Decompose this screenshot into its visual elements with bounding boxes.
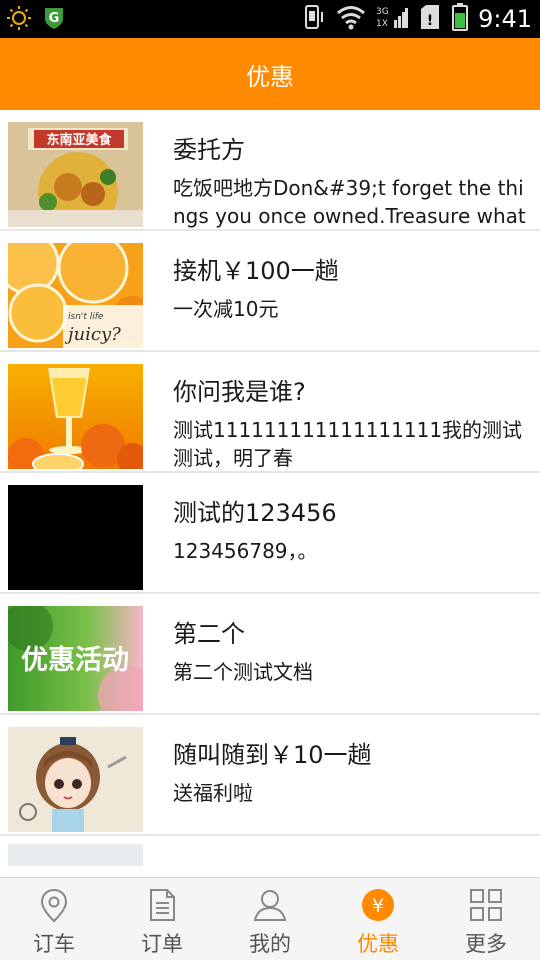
nav-more[interactable]: 更多 <box>432 878 540 960</box>
orange-glass-thumbnail <box>8 364 143 469</box>
svg-text:¥: ¥ <box>372 895 384 917</box>
location-pin-icon <box>36 887 72 923</box>
nav-label: 我的 <box>249 932 291 956</box>
grid-icon <box>468 887 504 923</box>
black-thumbnail <box>8 485 143 590</box>
page-title: 优惠 <box>246 62 294 91</box>
item-description: 吃饭吧地方Don&#39;t forget the things you onc… <box>173 176 526 228</box>
item-title: 测试的123456 <box>173 499 337 527</box>
item-description: 123456789，。 <box>173 539 318 563</box>
list-item-partial[interactable] <box>0 836 540 866</box>
nav-discounts[interactable]: ¥ 优惠 <box>324 878 432 960</box>
status-clock: 9:41 <box>478 5 532 33</box>
nav-book-car[interactable]: 订车 <box>0 878 108 960</box>
nav-label: 订单 <box>141 932 183 956</box>
brightness-icon <box>6 5 32 35</box>
item-title: 第二个 <box>173 620 245 648</box>
promotion-list[interactable]: 东南亚美食 委托方 吃饭吧地方Don&#39;t forget the thin… <box>0 110 540 877</box>
svg-text:东南亚美食: 东南亚美食 <box>46 132 112 148</box>
status-bar: G 3G 1X ! 9:41 <box>0 0 540 38</box>
svg-text:!: ! <box>427 13 433 29</box>
document-icon <box>144 887 180 923</box>
item-title: 随叫随到￥10一趟 <box>173 741 372 769</box>
svg-text:3G: 3G <box>376 7 389 17</box>
item-description: 测试111111111111111111我的测试测试，明了春 <box>173 418 523 470</box>
item-description: 第二个测试文档 <box>173 660 313 684</box>
orange-juice-thumbnail: isn't life juicy? <box>8 243 143 348</box>
girl-illustration-thumbnail <box>8 727 143 832</box>
list-item[interactable]: isn't life juicy? 接机￥100一趟 一次减10元 <box>0 231 540 352</box>
svg-text:juicy?: juicy? <box>64 324 121 345</box>
item-description: 送福利啦 <box>173 781 253 805</box>
svg-text:1X: 1X <box>376 19 388 29</box>
nav-mine[interactable]: 我的 <box>216 878 324 960</box>
item-title: 你问我是谁? <box>173 378 306 406</box>
svg-text:优惠活动: 优惠活动 <box>21 645 129 676</box>
list-item[interactable]: 你问我是谁? 测试111111111111111111我的测试测试，明了春 <box>0 352 540 473</box>
wifi-icon <box>336 4 366 34</box>
battery-icon <box>452 3 469 35</box>
vibrate-icon <box>302 3 326 35</box>
list-item[interactable]: 测试的123456 123456789，。 <box>0 473 540 594</box>
app-shield-icon: G <box>42 5 66 35</box>
cell-signal-icon: 3G 1X <box>376 4 409 34</box>
page-header: 优惠 <box>0 38 540 110</box>
item-title: 接机￥100一趟 <box>173 257 339 285</box>
partial-thumbnail <box>8 844 143 866</box>
nav-label: 优惠 <box>357 932 399 956</box>
nav-orders[interactable]: 订单 <box>108 878 216 960</box>
svg-text:isn't life: isn't life <box>68 312 104 322</box>
nav-label: 订车 <box>33 932 75 956</box>
item-description: 一次减10元 <box>173 297 279 321</box>
person-icon <box>252 887 288 923</box>
promo-activity-thumbnail: 优惠活动 <box>8 606 143 711</box>
sim-alert-icon: ! <box>418 3 442 35</box>
svg-text:G: G <box>49 11 60 26</box>
list-item[interactable]: 随叫随到￥10一趟 送福利啦 <box>0 715 540 836</box>
item-title: 委托方 <box>173 136 245 164</box>
list-item[interactable]: 东南亚美食 委托方 吃饭吧地方Don&#39;t forget the thin… <box>0 110 540 231</box>
bottom-navigation: 订车 订单 我的 ¥ 优惠 更多 <box>0 877 540 960</box>
nav-label: 更多 <box>465 932 507 956</box>
list-item[interactable]: 优惠活动 第二个 第二个测试文档 <box>0 594 540 715</box>
yen-coin-icon: ¥ <box>360 887 396 923</box>
food-thumbnail: 东南亚美食 <box>8 122 143 227</box>
